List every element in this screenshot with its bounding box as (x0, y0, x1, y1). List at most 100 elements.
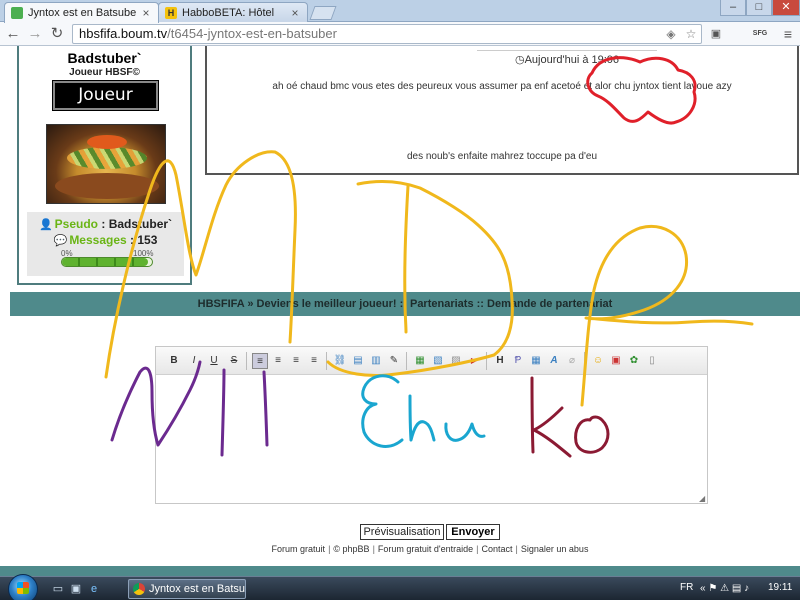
host-image-icon[interactable]: ▥ (368, 353, 384, 369)
align-left-button[interactable]: ≡ (252, 353, 268, 369)
preview-button[interactable]: Prévisualisation (360, 524, 444, 540)
tab-title: HabboBETA: Hôtel (182, 6, 275, 19)
footer-link-phpbb[interactable]: © phpBB (333, 544, 369, 554)
windows-logo-icon (17, 582, 29, 594)
user-profile-panel: Badstuber` Joueur HBSF© Joueur 👤 Pseudo :… (17, 46, 192, 285)
user-icon: 👤 (38, 219, 53, 231)
footer-link-entraide[interactable]: Forum gratuit d'entraide (378, 544, 473, 554)
toolbar-separator (584, 352, 585, 370)
shopping-bag-icon[interactable]: ▣ (708, 26, 724, 42)
tab-jyntox[interactable]: Jyntox est en Batsuber` × (4, 2, 159, 23)
habbo-favicon-icon: H (165, 6, 177, 19)
shield-icon[interactable]: ◈ (664, 27, 678, 41)
quote-icon[interactable]: ▦ (412, 353, 428, 369)
browser-toolbar: ← → ↻ hbsfifa.boum.tv/t6454-jyntox-est-e… (0, 22, 800, 46)
reload-icon[interactable]: ↻ (48, 25, 66, 43)
rank-badge: Joueur (52, 80, 159, 111)
strike-button[interactable]: S (226, 353, 242, 369)
heading-button[interactable]: H (492, 353, 508, 369)
messages-label: Messages (69, 233, 127, 247)
editor-toolbar: B I U S ≡ ≡ ≡ ≡ ⛓ ▤ ▥ ✎ ▦ ▧ ▨ ▶ H Ᵽ ▦ A … (156, 347, 707, 375)
tab-title: Jyntox est en Batsuber` (28, 7, 136, 19)
close-window-button[interactable]: ✕ (772, 0, 800, 16)
footer-link-contact[interactable]: Contact (482, 544, 513, 554)
smiley-icon[interactable]: ☺ (590, 353, 606, 369)
speech-bubble-icon: 💬 (53, 235, 68, 247)
pseudo-row: 👤 Pseudo : Badstuber` (27, 217, 184, 231)
avatar-carrot-shape (87, 135, 127, 149)
avatar-food-shape (67, 147, 147, 169)
expand-tray-icon: « (700, 583, 706, 594)
activity-progress-bar (61, 257, 153, 267)
toolbar-separator (246, 352, 247, 370)
settings-icon[interactable]: ✿ (626, 353, 642, 369)
pseudo-value: : Badstuber` (101, 217, 173, 231)
toolbar-separator (406, 352, 407, 370)
messages-value: : 153 (130, 233, 158, 247)
flag-icon: ⚑ (708, 583, 718, 594)
forward-icon[interactable]: → (26, 25, 44, 43)
close-tab-icon[interactable]: × (140, 6, 152, 20)
resize-handle-icon[interactable]: ◢ (699, 495, 706, 503)
progress-fill (62, 258, 148, 266)
clock-icon: ◷ (514, 54, 525, 66)
font-color-icon[interactable]: A (546, 353, 562, 369)
message-textarea[interactable] (156, 376, 707, 503)
tab-habbobeta[interactable]: H HabboBETA: Hôtel × (158, 2, 308, 22)
menu-icon[interactable]: ≡ (780, 26, 796, 42)
page-content: Badstuber` Joueur HBSF© Joueur 👤 Pseudo :… (0, 46, 800, 576)
pseudo-label: Pseudo (54, 217, 99, 231)
reply-editor: B I U S ≡ ≡ ≡ ≡ ⛓ ▤ ▥ ✎ ▦ ▧ ▨ ▶ H Ᵽ ▦ A … (155, 346, 708, 504)
bookmark-star-icon[interactable]: ☆ (684, 27, 698, 41)
avatar (46, 124, 166, 204)
profile-stats: 👤 Pseudo : Badstuber` 💬 Messages : 153 0% … (27, 212, 184, 276)
show-desktop-icon[interactable]: ▭ (50, 581, 66, 597)
breadcrumb[interactable]: HBSFIFA » Deviens le meilleur joueur! ::… (10, 292, 800, 316)
close-tab-icon[interactable]: × (289, 6, 301, 20)
underline-button[interactable]: U (206, 353, 222, 369)
source-mode-icon[interactable]: ▯ (644, 353, 660, 369)
forum-favicon-icon (11, 7, 23, 19)
profile-rank: Joueur HBSF© (69, 67, 140, 78)
back-icon[interactable]: ← (4, 25, 22, 43)
sfg-extension-icon[interactable]: SFG (752, 26, 768, 42)
messages-row: 💬 Messages : 153 (27, 233, 184, 247)
align-right-button[interactable]: ≡ (288, 353, 304, 369)
youtube-icon[interactable]: ▶ (466, 353, 482, 369)
new-tab-button[interactable] (309, 6, 337, 20)
system-tray[interactable]: « ⚑ ⚠ ▤ ♪ (700, 581, 760, 597)
eraser-icon[interactable]: ⌀ (564, 353, 580, 369)
footer-link-report[interactable]: Signaler un abus (521, 544, 589, 554)
font-face-icon[interactable]: ▦ (528, 353, 544, 369)
edit-icon[interactable]: ✎ (386, 353, 402, 369)
language-indicator[interactable]: FR (680, 582, 693, 593)
image-icon[interactable]: ▤ (350, 353, 366, 369)
send-button[interactable]: Envoyer (446, 524, 500, 540)
profile-username[interactable]: Badstuber` (19, 50, 190, 66)
switch-windows-icon[interactable]: ▣ (68, 581, 84, 597)
post-date: ◷Aujourd'hui à 19:06 (477, 50, 657, 66)
avatar-plate-shape (55, 173, 159, 199)
windows-taskbar: ▭ ▣ e Jyntox est en Batsub... FR « ⚑ ⚠ ▤… (0, 574, 800, 600)
footer-link-forum[interactable]: Forum gratuit (272, 544, 326, 554)
italic-button[interactable]: I (186, 353, 202, 369)
bold-button[interactable]: B (166, 353, 182, 369)
maximize-window-button[interactable]: □ (746, 0, 772, 16)
footer-links: Forum gratuit | © phpBB | Forum gratuit d'en… (271, 544, 589, 554)
calendar-icon[interactable]: ▣ (608, 353, 624, 369)
code-icon[interactable]: ▧ (430, 353, 446, 369)
address-bar[interactable]: hbsfifa.boum.tv/t6454-jyntox-est-en-bats… (72, 24, 702, 44)
internet-explorer-icon[interactable]: e (86, 581, 102, 597)
toolbar-separator (326, 352, 327, 370)
security-icon: ⚠ (720, 583, 730, 594)
minimize-window-button[interactable]: – (720, 0, 746, 16)
table-icon[interactable]: ▨ (448, 353, 464, 369)
font-size-icon[interactable]: Ᵽ (510, 353, 526, 369)
justify-button[interactable]: ≡ (306, 353, 322, 369)
taskbar-clock[interactable]: 19:11 (768, 582, 792, 593)
align-center-button[interactable]: ≡ (270, 353, 286, 369)
link-icon[interactable]: ⛓ (332, 353, 348, 369)
post-body: ◷Aujourd'hui à 19:06 ah oé chaud bmc vou… (205, 46, 799, 175)
start-button[interactable] (8, 574, 38, 600)
taskbar-chrome-button[interactable]: Jyntox est en Batsub... (128, 579, 246, 599)
